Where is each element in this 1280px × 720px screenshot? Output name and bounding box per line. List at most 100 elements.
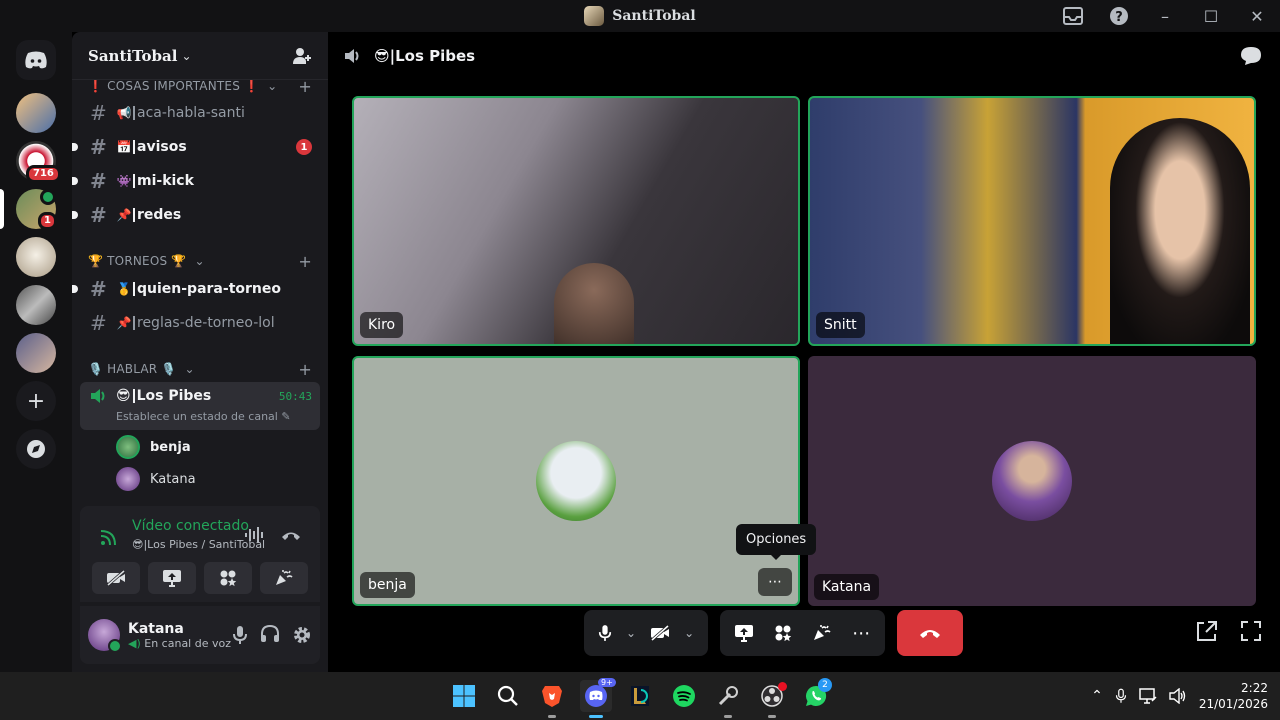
channel-emoji: 📢 <box>116 106 132 120</box>
server-icon-4[interactable] <box>16 237 56 277</box>
hang-up-icon <box>920 630 941 638</box>
discord-home-icon[interactable] <box>16 40 56 80</box>
microphone-icon[interactable] <box>1115 687 1127 705</box>
taskbar-app-spotify[interactable] <box>668 680 700 712</box>
screen-share-icon <box>163 570 181 587</box>
channel-emoji: 📌 <box>116 316 132 330</box>
help-icon[interactable]: ? <box>1096 0 1142 32</box>
channel-mi-kick[interactable]: # 👾 mi-kick <box>72 165 320 197</box>
disconnect-button[interactable] <box>897 610 964 656</box>
avatar <box>116 435 140 459</box>
video-tile-snitt[interactable]: Snitt <box>808 96 1256 346</box>
os-taskbar: 9+ 2 ⌃ 2:22 21/01/2026 <box>0 672 1280 720</box>
options-tooltip: Opciones <box>736 524 817 560</box>
activities-button[interactable] <box>204 562 252 594</box>
participant-name: Snitt <box>816 312 865 338</box>
screen-share-button[interactable] <box>148 562 196 594</box>
category-torneos[interactable]: 🏆 TORNEOS 🏆 ⌄ + <box>88 251 312 271</box>
channel-avisos[interactable]: # 📅 avisos 1 <box>72 131 320 163</box>
participant-name: benja <box>360 572 415 598</box>
soundboard-button[interactable] <box>260 562 308 594</box>
noise-suppression-icon[interactable] <box>244 526 266 544</box>
league-of-legends-icon <box>631 686 649 706</box>
voice-user-katana[interactable]: Katana <box>116 464 196 494</box>
signal-icon[interactable] <box>98 528 118 548</box>
chevron-up-icon[interactable]: ⌃ <box>1091 688 1103 704</box>
unread-indicator <box>72 177 78 185</box>
voice-channel-los-pibes[interactable]: 😎 Los Pibes 50:43 Establece un estado de… <box>80 382 320 430</box>
channel-quien-para-torneo[interactable]: # 🥇 quien-para-torneo <box>72 273 320 305</box>
channel-aca-habla-santi[interactable]: # 📢 aca-habla-santi <box>80 97 320 129</box>
maximize-button[interactable]: ☐ <box>1188 0 1234 32</box>
user-name: Katana <box>128 620 184 637</box>
video-tile-kiro[interactable]: Kiro <box>352 96 800 346</box>
category-label: ❗ COSAS IMPORTANTES ❗ <box>88 80 260 93</box>
speaker-icon: ◀) <box>128 636 141 650</box>
avatar <box>536 441 616 521</box>
taskbar-app-discord[interactable]: 9+ <box>580 678 616 718</box>
notification-badge: 9+ <box>598 678 616 687</box>
running-indicator <box>768 715 776 718</box>
more-icon: ⋯ <box>768 574 782 590</box>
taskbar-app-league[interactable] <box>624 680 656 712</box>
chevron-down-icon: ⌄ <box>181 48 192 63</box>
volume-icon[interactable] <box>1169 688 1187 704</box>
chevron-down-icon: ⌄ <box>184 362 195 376</box>
add-server-icon[interactable]: + <box>16 381 56 421</box>
server-icon-5[interactable] <box>16 285 56 325</box>
avatar[interactable] <box>88 619 122 653</box>
minimize-button[interactable]: – <box>1142 0 1188 32</box>
server-icon-1[interactable] <box>16 93 56 133</box>
category-important[interactable]: ❗ COSAS IMPORTANTES ❗ ⌄ + <box>88 80 312 96</box>
camera-off-icon[interactable] <box>650 625 670 641</box>
server-header[interactable]: SantiTobal ⌄ <box>72 32 328 80</box>
disconnect-icon[interactable] <box>280 528 302 542</box>
add-member-icon[interactable] <box>292 47 312 65</box>
fullscreen-icon[interactable] <box>1240 620 1262 642</box>
category-hablar[interactable]: 🎙️ HABLAR 🎙️ ⌄ + <box>88 359 312 379</box>
voice-user-benja[interactable]: benja <box>116 432 191 462</box>
chevron-down-icon[interactable]: ⌄ <box>684 626 694 640</box>
more-options-icon[interactable]: ⋯ <box>852 623 871 644</box>
server-avatar-icon <box>584 6 605 26</box>
channel-emoji: 🥇 <box>116 282 132 296</box>
search-button[interactable] <box>492 680 524 712</box>
network-icon[interactable] <box>1139 688 1157 704</box>
mention-badge: 1 <box>296 139 312 155</box>
pop-out-icon[interactable] <box>1196 620 1218 642</box>
chat-bubble-icon[interactable] <box>1240 46 1262 66</box>
add-channel-icon[interactable]: + <box>298 252 312 271</box>
inbox-icon[interactable] <box>1050 0 1096 32</box>
screen-share-icon[interactable] <box>734 624 754 642</box>
settings-gear-icon[interactable] <box>292 625 312 645</box>
discover-icon[interactable] <box>16 429 56 469</box>
camera-toggle-button[interactable] <box>92 562 140 594</box>
microphone-icon[interactable] <box>598 623 612 643</box>
taskbar-app-whatsapp[interactable]: 2 <box>800 678 832 712</box>
add-channel-icon[interactable]: + <box>298 360 312 379</box>
microphone-icon[interactable] <box>232 625 248 645</box>
activities-icon[interactable] <box>774 624 792 642</box>
taskbar-app-obs[interactable] <box>756 680 788 718</box>
chevron-down-icon[interactable]: ⌄ <box>626 626 636 640</box>
channel-reglas-de-torneo-lol[interactable]: # 📌 reglas-de-torneo-lol <box>80 307 320 339</box>
taskbar-app-tool[interactable] <box>712 680 744 718</box>
call-header: 😎|Los Pibes <box>328 32 1280 80</box>
window-title-text: SantiTobal <box>612 8 696 24</box>
user-panel: Katana ◀) En canal de voz <box>80 606 320 664</box>
add-channel-icon[interactable]: + <box>298 80 312 96</box>
start-button[interactable] <box>448 680 480 712</box>
server-icon-6[interactable] <box>16 333 56 373</box>
video-tile-benja[interactable]: benja <box>352 356 800 606</box>
video-tile-katana[interactable]: Katana <box>808 356 1256 606</box>
recording-dot-icon <box>778 682 787 691</box>
clock[interactable]: 2:22 21/01/2026 <box>1199 680 1268 712</box>
soundboard-icon[interactable] <box>812 624 832 642</box>
headphones-icon[interactable] <box>260 625 280 643</box>
close-button[interactable]: ✕ <box>1234 0 1280 32</box>
tile-options-button[interactable]: ⋯ <box>758 568 792 596</box>
discord-icon <box>585 685 607 707</box>
taskbar-app-brave[interactable] <box>536 680 568 718</box>
channel-redes[interactable]: # 📌 redes <box>72 199 320 231</box>
channel-status-placeholder[interactable]: Establece un estado de canal ✎ <box>80 410 320 423</box>
